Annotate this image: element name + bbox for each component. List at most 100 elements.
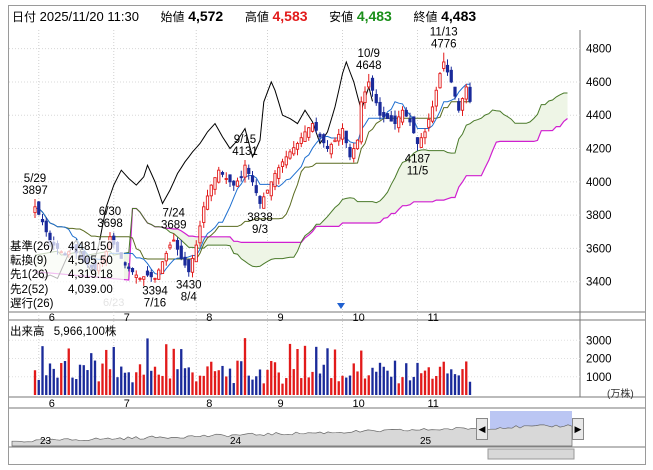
candle-body: [415, 137, 420, 144]
peak-date-label: 6/30: [99, 206, 121, 218]
volume-bar: [45, 375, 48, 395]
scroll-right-button[interactable]: ▶: [572, 418, 584, 440]
peak-date-label: 9/15: [234, 134, 256, 146]
volume-bar: [217, 370, 220, 395]
candle-body: [423, 131, 427, 139]
candle-body: [295, 143, 300, 150]
trough-price-label: 4187: [405, 154, 431, 166]
price-tick-label: 3600: [586, 243, 612, 255]
volume-bar: [288, 343, 292, 395]
candle-body: [172, 239, 176, 242]
candle-body: [138, 277, 142, 280]
volume-bar: [97, 381, 100, 395]
candle-body: [340, 128, 345, 140]
price-tick-label: 4600: [586, 77, 612, 89]
volume-bar: [266, 369, 269, 395]
volume-bar: [300, 378, 303, 395]
volume-bar: [236, 360, 239, 395]
candle-body: [299, 137, 303, 144]
candle-body: [183, 256, 187, 266]
candle-body: [400, 109, 405, 123]
month-tick-label: 10: [353, 398, 365, 410]
volume-bar: [431, 378, 434, 395]
candle-body: [427, 118, 431, 128]
candle-body: [352, 148, 356, 159]
volume-bar: [206, 366, 209, 395]
candle-body: [134, 274, 138, 278]
volume-bar: [251, 379, 254, 395]
volume-bar: [183, 368, 187, 395]
trough-date-label: 11/5: [407, 166, 429, 178]
volume-bar: [345, 377, 348, 395]
volume-bar: [52, 368, 55, 395]
navigator-series: [11, 424, 573, 447]
price-tick-label: 4400: [586, 110, 612, 122]
navigator-scrollbar-thumb: [487, 448, 575, 460]
legend-label: 先1(26): [10, 269, 49, 282]
volume-bar: [187, 367, 190, 395]
volume-bar: [112, 346, 115, 395]
volume-bar: [195, 381, 198, 395]
candle-body: [303, 131, 307, 142]
candle-body: [359, 101, 363, 143]
month-tick-label: 8: [206, 312, 212, 324]
candle-body: [273, 173, 277, 188]
candle-body: [307, 127, 311, 138]
candle-body: [355, 139, 360, 150]
volume-bar: [270, 360, 273, 395]
volume-bar: [296, 349, 299, 395]
candle-body: [179, 245, 183, 259]
volume-bar: [228, 368, 232, 395]
volume-bar: [416, 362, 419, 395]
legend-value: 4,319.18: [68, 269, 113, 282]
month-tick-label: 10: [353, 312, 365, 324]
volume-bar: [315, 346, 318, 395]
volume-bar: [153, 366, 157, 395]
candle-body: [445, 64, 450, 73]
candle-body: [258, 196, 262, 204]
marker-triangle: [337, 303, 345, 309]
volume-tick-label: 2000: [586, 354, 612, 366]
legend-label: 先2(52): [10, 283, 49, 296]
volume-bar: [405, 363, 408, 395]
candle-body: [468, 86, 472, 102]
volume-bar: [157, 374, 160, 395]
candle-body: [367, 81, 371, 88]
volume-bar: [225, 376, 228, 395]
candle-body: [175, 239, 180, 250]
candle-body: [142, 276, 146, 280]
volume-bar: [277, 372, 280, 395]
volume-title: 出来高: [10, 326, 45, 338]
month-tick-label: 8: [206, 398, 212, 410]
volume-bar: [172, 348, 175, 395]
candle-body: [348, 146, 352, 158]
month-tick-label: 11: [428, 398, 439, 410]
volume-bar: [318, 373, 322, 395]
candle-body: [213, 177, 217, 190]
candle-body: [314, 122, 318, 131]
volume-bar: [48, 363, 52, 395]
month-tick-label: 7: [124, 398, 130, 410]
legend-value: 4,481.50: [68, 241, 113, 253]
volume-bar: [333, 349, 337, 395]
candle-body: [239, 176, 243, 179]
volume-bar: [82, 365, 85, 395]
volume-bar: [123, 372, 127, 395]
scroll-left-button[interactable]: ◀: [476, 418, 488, 440]
volume-bar: [386, 370, 389, 395]
legend-value: 4,505.50: [68, 255, 113, 268]
volume-label: 出来高 5,966,100株: [10, 323, 116, 339]
legend-row-senkou2: 先2(52) 4,039.00: [10, 283, 124, 297]
volume-bar: [142, 374, 145, 395]
legend-label: 基準(26): [10, 241, 54, 253]
candle-body: [280, 161, 285, 167]
candle-body: [127, 266, 131, 269]
volume-bar: [356, 371, 359, 395]
legend-row-senkou1: 先1(26) 4,319.18: [10, 268, 124, 282]
volume-bar: [161, 375, 164, 395]
volume-bar: [442, 361, 445, 395]
candle-body: [322, 134, 326, 144]
volume-bar: [258, 369, 262, 395]
candle-body: [265, 189, 270, 194]
price-tick-label: 3400: [586, 277, 612, 289]
